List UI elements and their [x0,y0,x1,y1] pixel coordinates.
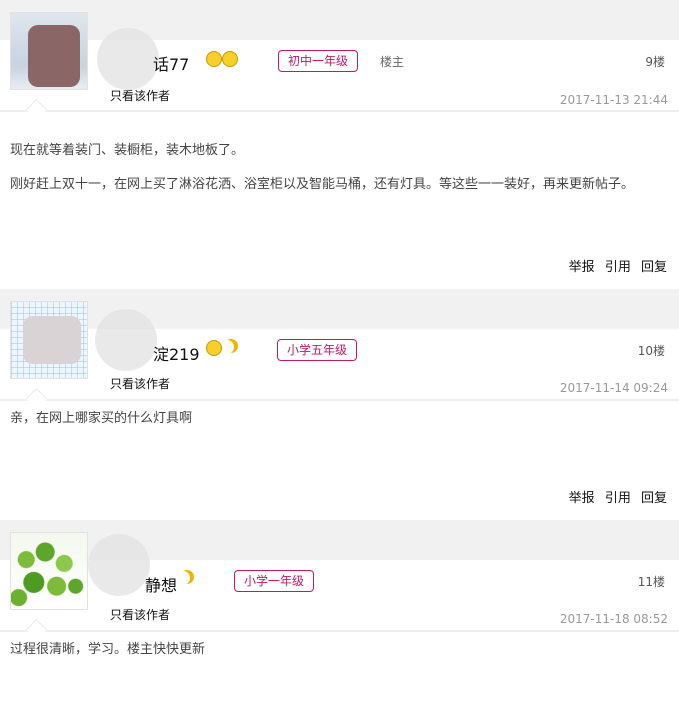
thread-starter-label: 楼主 [380,55,405,69]
floor-number: 9楼 [645,55,665,69]
only-author-link[interactable]: 只看该作者 [110,375,170,392]
username[interactable]: 话77 [153,51,189,75]
quote-button[interactable]: 引用 [605,491,631,506]
post-header: 话77 初中一年级 楼主 9楼 只看该作者 2017-11-13 21:44 [0,0,679,121]
avatar[interactable] [10,532,88,610]
post-header: 淀219 小学五年级 10楼 只看该作者 2017-11-14 09:24 [0,289,679,410]
moon-icon [220,340,234,354]
post-timestamp: 2017-11-14 09:24 [559,381,668,395]
post-actions: 举报 引用 回复 [563,256,667,275]
quote-button[interactable]: 引用 [605,260,631,275]
post-timestamp: 2017-11-13 21:44 [559,93,668,107]
post-content: 过程很清晰，学习。楼主快快更新 [0,632,679,662]
post-9: 话77 初中一年级 楼主 9楼 只看该作者 2017-11-13 21:44 现… [0,0,679,289]
post-timestamp: 2017-11-18 08:52 [559,612,668,626]
smiley-icon [222,51,238,67]
post-content: 亲，在网上哪家买的什么灯具啊 [0,401,679,431]
post-actions: 举报 引用 回复 [563,487,667,506]
username-mask [95,309,157,371]
report-button[interactable]: 举报 [569,491,595,506]
avatar[interactable] [10,301,88,379]
only-author-link[interactable]: 只看该作者 [110,606,170,623]
username-mask [97,28,159,90]
post-paragraph: 亲，在网上哪家买的什么灯具啊 [10,411,193,426]
only-author-link[interactable]: 只看该作者 [110,87,170,104]
username[interactable]: 静想 [145,572,177,596]
reply-button[interactable]: 回复 [641,491,667,506]
reply-button[interactable]: 回复 [641,260,667,275]
floor-number: 10楼 [637,344,665,358]
username-mask [88,534,150,596]
floor-number: 11楼 [637,575,665,589]
post-content: 现在就等着装门、装橱柜，装木地板了。 刚好赶上双十一，在网上买了淋浴花洒、浴室柜… [0,112,679,197]
post-10: 淀219 小学五年级 10楼 只看该作者 2017-11-14 09:24 亲，… [0,289,679,520]
post-11: 静想 小学一年级 11楼 只看该作者 2017-11-18 08:52 过程很清… [0,520,679,715]
post-header: 静想 小学一年级 11楼 只看该作者 2017-11-18 08:52 [0,520,679,641]
grade-badge: 小学一年级 [234,570,315,592]
post-paragraph: 现在就等着装门、装橱柜，装木地板了。 [10,143,245,158]
report-button[interactable]: 举报 [569,260,595,275]
username[interactable]: 淀219 [153,341,200,365]
post-paragraph: 过程很清晰，学习。楼主快快更新 [10,642,206,657]
avatar[interactable] [10,12,88,90]
smiley-icon [206,51,222,67]
moon-icon [176,571,190,585]
grade-badge: 初中一年级 [278,50,359,72]
post-paragraph: 刚好赶上双十一，在网上买了淋浴花洒、浴室柜以及智能马桶，还有灯具。等这些一一装好… [10,177,635,192]
grade-badge: 小学五年级 [277,339,358,361]
